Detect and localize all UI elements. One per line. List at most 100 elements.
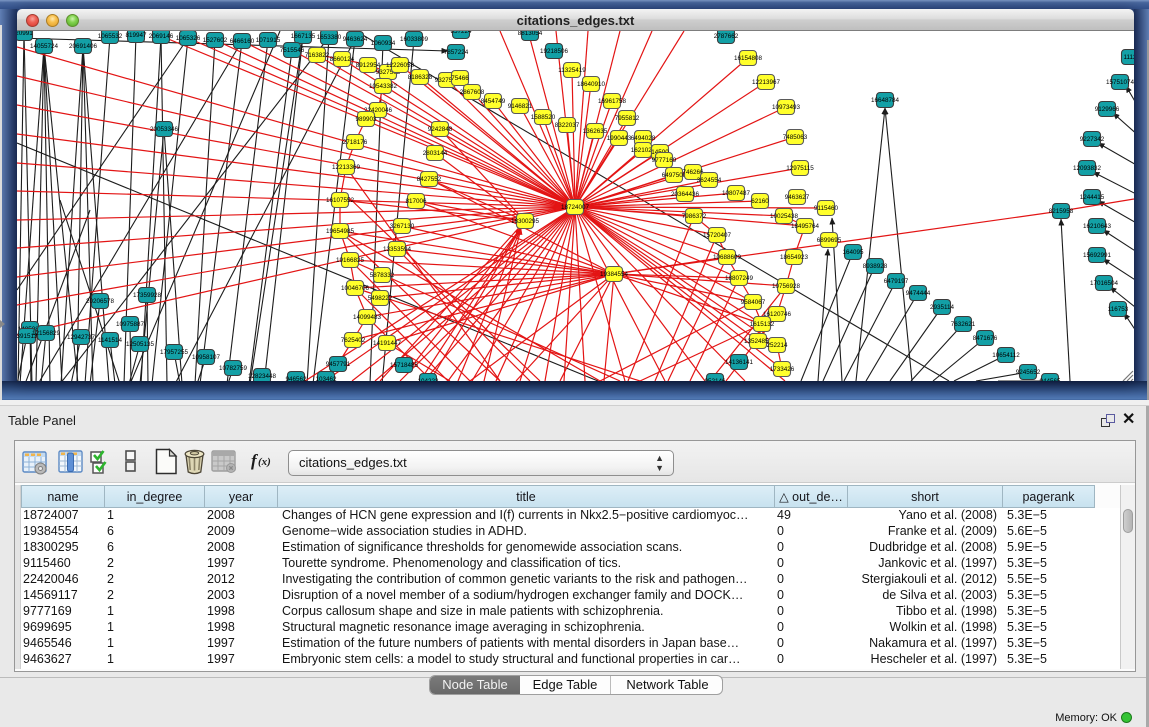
svg-text:1112: 1112 [1123,54,1134,61]
svg-text:104223: 104223 [417,378,439,381]
svg-text:14055724: 14055724 [30,43,59,50]
svg-text:15720407: 15720407 [703,232,732,239]
svg-text:8186328: 8186328 [408,74,433,81]
svg-text:103462: 103462 [315,376,337,381]
svg-text:6466160: 6466160 [230,38,255,45]
svg-text:10756928: 10756928 [772,283,801,290]
svg-text:10046706: 10046706 [341,285,370,292]
svg-text:12823448: 12823448 [248,373,277,380]
svg-text:17359928: 17359928 [133,292,162,299]
svg-text:9227342: 9227342 [1080,136,1105,143]
svg-text:9115460: 9115460 [814,205,839,212]
svg-text:13353594: 13353594 [383,246,412,253]
svg-text:2787662: 2787662 [714,33,739,40]
svg-text:9463624: 9463624 [343,36,368,43]
svg-text:8322037: 8322037 [555,122,580,129]
svg-text:1527602: 1527602 [203,37,228,44]
svg-text:10025438: 10025438 [770,213,799,220]
svg-text:1362635: 1362635 [583,128,608,135]
svg-text:17957255: 17957255 [160,349,189,356]
svg-text:817006: 817006 [405,198,427,205]
svg-text:17016504: 17016504 [1090,280,1119,287]
svg-text:9584067: 9584067 [741,299,766,306]
svg-text:819947: 819947 [125,32,147,39]
svg-text:20691406: 20691406 [69,43,98,50]
svg-text:2803144: 2803144 [423,150,448,157]
svg-text:3624554: 3624554 [697,177,722,184]
svg-text:10973493: 10973493 [772,104,801,111]
svg-text:164095: 164095 [842,249,864,256]
svg-text:12942737: 12942737 [67,334,96,341]
svg-text:11325419: 11325419 [558,67,586,74]
svg-text:1244415: 1244415 [1080,194,1105,201]
svg-text:12156829: 12156829 [32,330,61,337]
svg-text:18724007: 18724007 [561,204,590,211]
svg-text:2718176: 2718176 [343,139,368,146]
svg-text:8912954: 8912954 [356,62,381,69]
svg-text:7485063: 7485063 [783,134,808,141]
svg-text:9242848: 9242848 [428,126,453,133]
svg-text:6479197: 6479197 [884,278,909,285]
svg-text:7163822: 7163822 [305,52,330,59]
svg-text:1733426: 1733426 [770,366,795,373]
svg-text:18807249: 18807249 [725,275,754,282]
svg-text:12213369: 12213369 [332,164,361,171]
svg-text:16961758: 16961758 [598,98,627,105]
svg-text:10654112: 10654112 [992,352,1020,359]
svg-text:18654923: 18654923 [780,254,809,261]
svg-text:1071915: 1071915 [256,37,281,44]
svg-text:252214: 252214 [766,342,788,349]
svg-text:9777169: 9777169 [652,157,677,164]
svg-text:20206578: 20206578 [86,298,115,305]
svg-text:19218506: 19218506 [540,48,569,55]
svg-text:2867608: 2867608 [460,89,485,96]
svg-text:1065532: 1065532 [98,33,123,40]
svg-text:2069146: 2069146 [149,33,174,40]
svg-text:12226058: 12226058 [386,62,415,69]
svg-text:8813054: 8813054 [518,31,543,37]
svg-text:15751074: 15751074 [1106,79,1134,86]
svg-text:14191447: 14191447 [373,340,402,347]
svg-text:16210643: 16210643 [1083,223,1112,230]
svg-text:7625402: 7625402 [341,337,366,344]
svg-text:16154808: 16154808 [734,55,763,62]
svg-text:10807487: 10807487 [722,190,751,197]
svg-text:16033809: 16033809 [400,36,429,43]
svg-text:7515546: 7515546 [280,47,305,54]
svg-text:1065326: 1065326 [176,35,201,42]
svg-text:12093832: 12093832 [1073,165,1102,172]
svg-text:9457791: 9457791 [326,361,351,368]
svg-text:10688609: 10688609 [713,254,742,261]
svg-text:1653380: 1653380 [317,34,342,41]
svg-text:10543382: 10543382 [369,83,398,90]
svg-text:75466: 75466 [451,75,469,82]
svg-text:19654985: 19654985 [326,228,355,235]
svg-text:20991: 20991 [17,31,33,37]
svg-text:14099483: 14099483 [353,314,382,321]
svg-text:20053346: 20053346 [150,126,179,133]
svg-text:8454749: 8454749 [481,98,506,105]
svg-text:6494028: 6494028 [631,135,656,142]
svg-text:1990443: 1990443 [607,135,632,142]
svg-text:19166825: 19166825 [336,257,365,264]
svg-text:18495764: 18495764 [791,223,820,230]
svg-text:19384554: 19384554 [600,271,629,278]
svg-text:1667135: 1667135 [291,33,316,40]
svg-text:1060934: 1060934 [371,40,396,47]
svg-text:1141514: 1141514 [98,337,123,344]
svg-text:12975115: 12975115 [786,165,814,172]
svg-text:18640910: 18640910 [577,81,606,88]
svg-text:9245652: 9245652 [1016,369,1041,376]
svg-text:5498222: 5498222 [368,295,393,302]
svg-text:8427552: 8427552 [417,176,442,183]
svg-text:9129966: 9129966 [1095,106,1120,113]
svg-text:10975887: 10975887 [116,321,145,328]
svg-text:7632621: 7632621 [951,321,976,328]
svg-text:12213967: 12213967 [752,79,781,86]
svg-text:857224: 857224 [450,31,472,35]
svg-text:8215958: 8215958 [1049,208,1074,215]
svg-text:3267130: 3267130 [390,223,415,230]
svg-text:8471676: 8471676 [973,335,998,342]
svg-text:10958107: 10958107 [192,354,221,361]
svg-text:2935114: 2935114 [930,304,955,311]
